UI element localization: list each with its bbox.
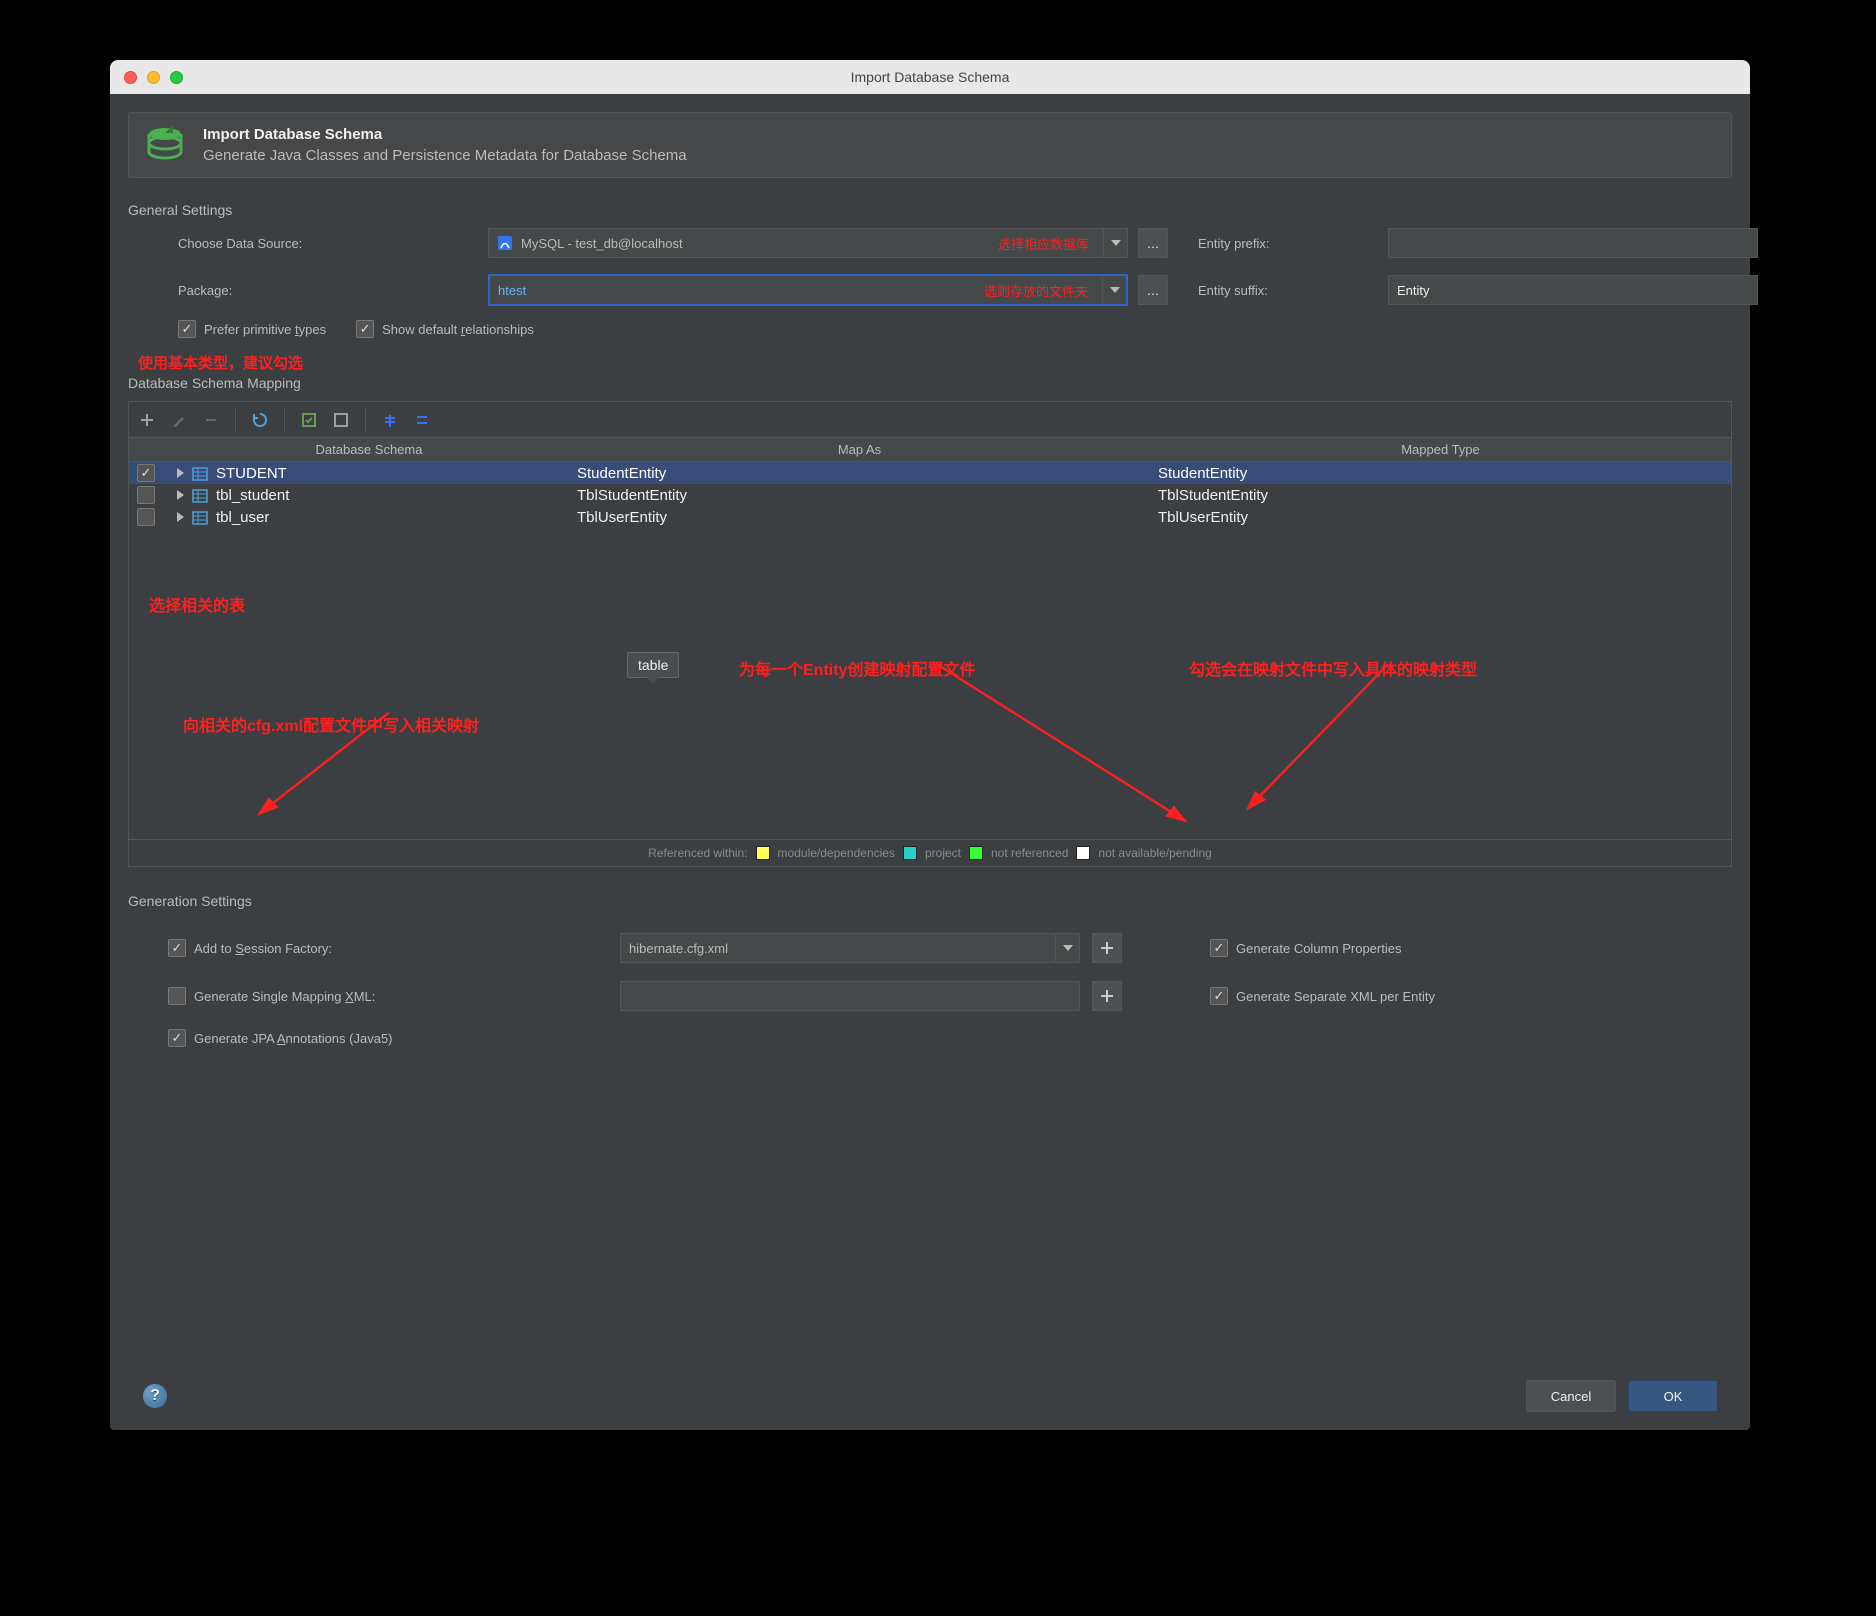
database-import-icon: [143, 123, 187, 167]
generate-separate-xml-checkbox[interactable]: Generate Separate XML per Entity: [1210, 987, 1732, 1005]
checkbox-icon: [168, 939, 186, 957]
generate-single-mapping-xml-checkbox[interactable]: Generate Single Mapping XML:: [168, 987, 608, 1005]
table-icon: [192, 508, 208, 525]
package-label: Package:: [178, 283, 478, 298]
show-default-relationships-checkbox[interactable]: Show default relationships: [356, 320, 534, 338]
select-tables-note: 选择相关的表: [149, 592, 245, 616]
table-tooltip: table: [627, 652, 679, 678]
mapped-type: TblStudentEntity: [1150, 484, 1731, 506]
chevron-down-icon[interactable]: [1102, 276, 1126, 304]
cancel-button[interactable]: Cancel: [1526, 1380, 1616, 1412]
single-mapping-add-button[interactable]: [1092, 981, 1122, 1011]
expand-icon[interactable]: [177, 512, 184, 522]
session-add-button[interactable]: [1092, 933, 1122, 963]
data-source-more-button[interactable]: …: [1138, 228, 1168, 258]
dialog-window: Import Database Schema Import Database S…: [110, 60, 1750, 1430]
checkbox-icon: [168, 1029, 186, 1047]
prefer-primitive-note: 使用基本类型，建议勾选: [138, 352, 1732, 373]
mapped-type: StudentEntity: [1150, 462, 1731, 485]
select-all-button[interactable]: [297, 408, 321, 432]
generate-column-properties-checkbox[interactable]: Generate Column Properties: [1210, 939, 1732, 957]
prefer-primitive-checkbox[interactable]: Prefer primitive types: [178, 320, 326, 338]
add-button[interactable]: [135, 408, 159, 432]
entity-suffix-label: Entity suffix:: [1198, 283, 1378, 298]
entity-prefix-label: Entity prefix:: [1198, 236, 1378, 251]
legend: Referenced within: module/dependencies p…: [129, 839, 1731, 866]
generate-jpa-annotations-checkbox[interactable]: Generate JPA Annotations (Java5): [168, 1029, 1732, 1047]
collapse-all-button[interactable]: [410, 408, 434, 432]
remove-button[interactable]: [199, 408, 223, 432]
package-combo[interactable]: htest 选则存放的文件夹: [488, 274, 1128, 306]
maximize-icon[interactable]: [170, 71, 183, 84]
package-note: 选则存放的文件夹: [984, 281, 1094, 300]
data-source-value: MySQL - test_db@localhost: [521, 236, 683, 251]
close-icon[interactable]: [124, 71, 137, 84]
per-entity-annotation: 为每一个Entity创建映射配置文件: [739, 656, 975, 680]
table-icon: [192, 486, 208, 503]
row-checkbox[interactable]: [137, 464, 155, 482]
add-session-factory-checkbox[interactable]: Add to Session Factory:: [168, 939, 608, 957]
checkbox-icon: [168, 987, 186, 1005]
schema-table: Database Schema Map As Mapped Type STUDE…: [128, 437, 1732, 867]
general-settings-label: General Settings: [128, 202, 1732, 218]
expand-icon[interactable]: [177, 490, 184, 500]
table-row[interactable]: tbl_student TblStudentEntityTblStudentEnt…: [129, 484, 1731, 506]
table-row[interactable]: tbl_user TblUserEntityTblUserEntity: [129, 506, 1731, 528]
checkbox-icon: [356, 320, 374, 338]
table-icon: [192, 464, 208, 481]
legend-prefix: Referenced within:: [648, 846, 747, 860]
data-source-note: 选择相应数据库: [998, 234, 1095, 253]
mapped-type: TblUserEntity: [1150, 506, 1731, 528]
mapping-toolbar: [128, 401, 1732, 437]
titlebar: Import Database Schema: [110, 60, 1750, 94]
package-more-button[interactable]: …: [1138, 275, 1168, 305]
data-source-label: Choose Data Source:: [178, 236, 478, 251]
session-factory-value: hibernate.cfg.xml: [629, 941, 728, 956]
entity-prefix-input[interactable]: [1388, 228, 1758, 258]
col-mapped-type: Mapped Type: [1150, 438, 1731, 462]
schema-name: STUDENT: [216, 465, 287, 482]
map-as: StudentEntity: [569, 462, 1150, 485]
entity-suffix-input[interactable]: [1388, 275, 1758, 305]
datasource-icon: [497, 235, 513, 251]
data-source-combo[interactable]: MySQL - test_db@localhost 选择相应数据库: [488, 228, 1128, 258]
row-checkbox[interactable]: [137, 486, 155, 504]
col-map-as: Map As: [569, 438, 1150, 462]
single-mapping-xml-input[interactable]: [620, 981, 1080, 1011]
banner-subtitle: Generate Java Classes and Persistence Me…: [203, 147, 687, 164]
checkbox-icon: [1210, 939, 1228, 957]
expand-all-button[interactable]: [378, 408, 402, 432]
chevron-down-icon[interactable]: [1103, 229, 1127, 257]
minimize-icon[interactable]: [147, 71, 160, 84]
ok-button[interactable]: OK: [1628, 1380, 1718, 1412]
checkbox-icon: [178, 320, 196, 338]
edit-button[interactable]: [167, 408, 191, 432]
row-checkbox[interactable]: [137, 508, 155, 526]
window-title: Import Database Schema: [110, 69, 1750, 85]
cfg-annotation: 向相关的cfg.xml配置文件中写入相关映射: [183, 712, 479, 736]
col-props-annotation: 勾选会在映射文件中写入具体的映射类型: [1189, 656, 1477, 680]
checkbox-icon: [1210, 987, 1228, 1005]
schema-name: tbl_user: [216, 509, 269, 526]
col-db-schema: Database Schema: [169, 438, 569, 462]
session-factory-combo[interactable]: hibernate.cfg.xml: [620, 933, 1080, 963]
chevron-down-icon[interactable]: [1055, 934, 1079, 962]
deselect-all-button[interactable]: [329, 408, 353, 432]
map-as: TblStudentEntity: [569, 484, 1150, 506]
dialog-banner: Import Database Schema Generate Java Cla…: [128, 112, 1732, 178]
table-row[interactable]: STUDENT StudentEntityStudentEntity: [129, 462, 1731, 485]
expand-icon[interactable]: [177, 468, 184, 478]
refresh-button[interactable]: [248, 408, 272, 432]
package-value: htest: [498, 283, 526, 298]
generation-settings-label: Generation Settings: [128, 893, 1732, 909]
map-as: TblUserEntity: [569, 506, 1150, 528]
help-button[interactable]: ?: [142, 1383, 168, 1409]
db-schema-mapping-label: Database Schema Mapping: [128, 375, 1732, 391]
banner-title: Import Database Schema: [203, 126, 687, 143]
schema-name: tbl_student: [216, 487, 289, 504]
